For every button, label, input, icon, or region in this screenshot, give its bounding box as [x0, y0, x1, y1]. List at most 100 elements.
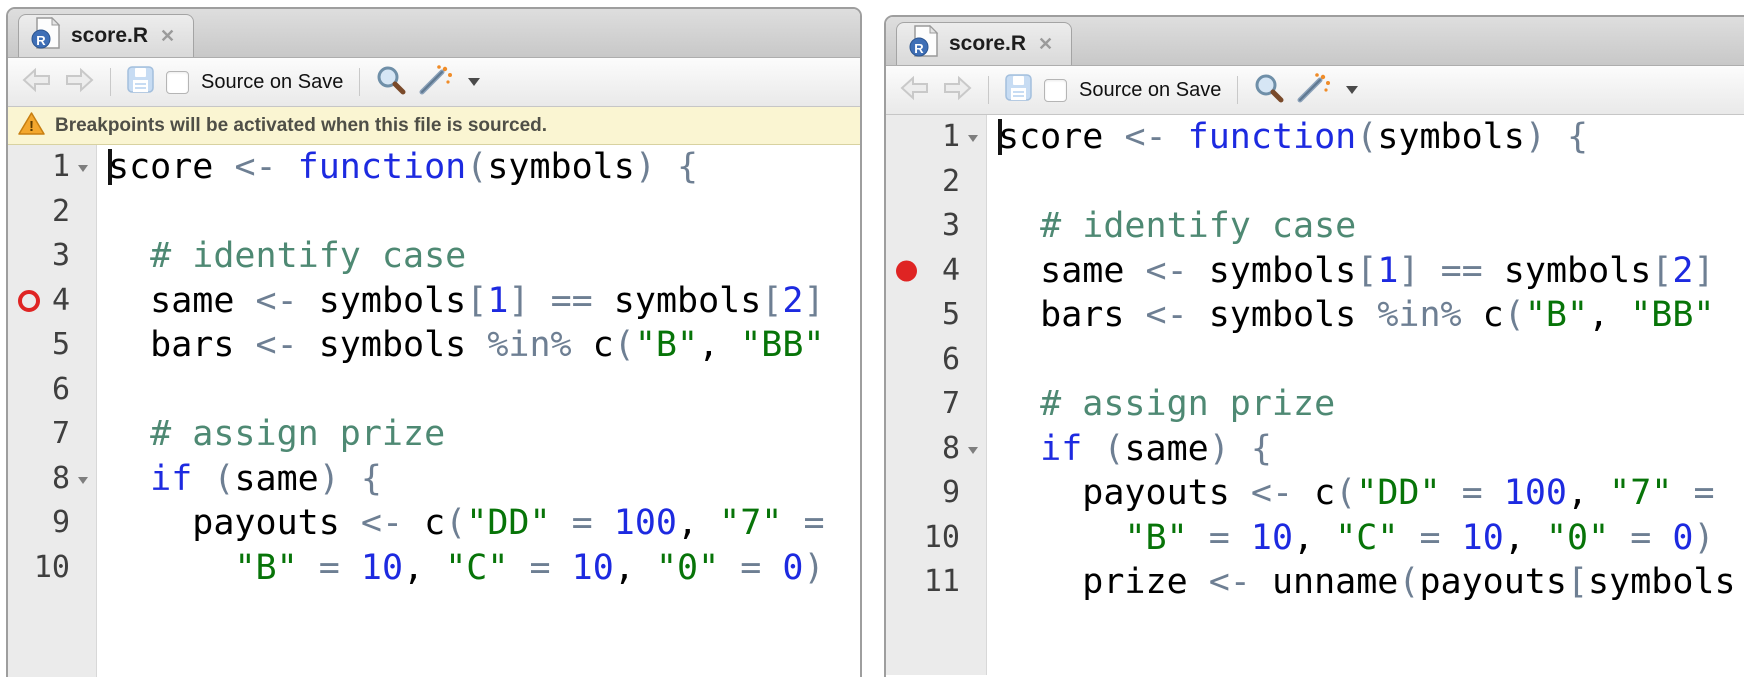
close-icon[interactable]: ✕ — [1038, 34, 1053, 55]
code-line-content[interactable] — [96, 368, 860, 413]
r-file-icon: R — [31, 16, 61, 55]
code-line-content[interactable]: payouts <- c("DD" = 100, "7" = — [986, 471, 1744, 516]
line-number: 5 — [51, 327, 70, 362]
code-line-content[interactable]: payouts <- c("DD" = 100, "7" = — [96, 501, 860, 546]
tab-score-r[interactable]: R score.R ✕ — [18, 14, 195, 57]
code-line-content[interactable]: # identify case — [96, 234, 860, 279]
gutter-cell[interactable]: 7 — [8, 412, 96, 457]
gutter-cell[interactable]: 7 — [886, 382, 986, 427]
source-on-save-checkbox[interactable] — [166, 70, 189, 94]
gutter-cell[interactable]: 6 — [8, 368, 96, 413]
save-icon[interactable] — [127, 66, 154, 98]
svg-text:R: R — [36, 33, 46, 48]
code-editor[interactable]: 1 score <- function(symbols) {2 3 # identi… — [8, 145, 860, 677]
line-number: 9 — [941, 475, 960, 510]
gutter-cell[interactable]: 4 — [886, 249, 986, 294]
chevron-down-icon[interactable] — [1346, 86, 1359, 94]
gutter-cell[interactable]: 1 — [8, 145, 96, 190]
code-line-content[interactable]: # assign prize — [96, 412, 860, 457]
breakpoint-marker[interactable] — [896, 260, 917, 282]
gutter-cell[interactable]: 3 — [8, 234, 96, 279]
gutter-cell[interactable]: 5 — [8, 323, 96, 368]
code-line: 1 score <- function(symbols) { — [8, 145, 860, 190]
back-arrow-icon[interactable] — [900, 75, 930, 106]
line-number: 4 — [941, 252, 960, 288]
left-editor-pane: R score.R ✕ Source on Save ! Breakpoints… — [6, 7, 862, 677]
r-file-icon: R — [909, 24, 939, 63]
code-line: 6 — [8, 368, 860, 413]
search-icon[interactable] — [376, 65, 406, 100]
right-editor-pane: R score.R ✕ Source on Save 1 score <- fu… — [884, 15, 1744, 677]
line-number: 8 — [51, 460, 70, 496]
fold-toggle-icon[interactable] — [78, 476, 88, 484]
code-line: 8 if (same) { — [8, 457, 860, 502]
gutter-cell[interactable]: 10 — [886, 516, 986, 561]
gutter-cell[interactable]: 5 — [886, 293, 986, 338]
code-line: 4 same <- symbols[1] == symbols[2] — [8, 279, 860, 324]
gutter-cell[interactable]: 11 — [886, 560, 986, 605]
code-line: 4 same <- symbols[1] == symbols[2] — [886, 249, 1744, 294]
gutter-cell[interactable]: 8 — [8, 457, 96, 502]
tab-score-r[interactable]: R score.R ✕ — [896, 22, 1073, 65]
svg-text:!: ! — [29, 118, 34, 135]
source-on-save-checkbox[interactable] — [1044, 78, 1067, 102]
code-line-content[interactable]: score <- function(symbols) { — [96, 145, 860, 190]
code-line-content[interactable]: # assign prize — [986, 382, 1744, 427]
chevron-down-icon[interactable] — [468, 78, 481, 86]
code-line-content[interactable]: prize <- unname(payouts[symbols — [986, 560, 1744, 605]
gutter-cell[interactable]: 4 — [8, 279, 96, 324]
gutter-cell[interactable]: 2 — [886, 160, 986, 205]
code-line-content[interactable]: # identify case — [986, 204, 1744, 249]
close-icon[interactable]: ✕ — [160, 26, 175, 47]
magic-wand-icon[interactable] — [418, 64, 454, 100]
toolbar-divider — [359, 68, 361, 96]
magic-wand-icon[interactable] — [1296, 72, 1332, 108]
code-line-content[interactable]: if (same) { — [986, 427, 1744, 472]
forward-arrow-icon[interactable] — [64, 67, 94, 98]
gutter-cell[interactable]: 10 — [8, 546, 96, 591]
code-line-content[interactable] — [96, 190, 860, 235]
code-line: 2 — [8, 190, 860, 235]
gutter-cell[interactable]: 6 — [886, 338, 986, 383]
tab-label: score.R — [71, 24, 149, 47]
fold-toggle-icon[interactable] — [968, 135, 978, 142]
line-number: 2 — [941, 163, 960, 199]
gutter-cell[interactable]: 9 — [8, 501, 96, 546]
save-icon[interactable] — [1005, 74, 1032, 106]
code-line: 3 # identify case — [8, 234, 860, 279]
code-line: 7 # assign prize — [8, 412, 860, 457]
breakpoint-marker[interactable] — [18, 289, 40, 312]
code-line: 10 "B" = 10, "C" = 10, "0" = 0) — [886, 516, 1744, 561]
gutter-cell[interactable]: 9 — [886, 471, 986, 516]
code-line: 10 "B" = 10, "C" = 10, "0" = 0) — [8, 546, 860, 591]
code-line-content[interactable]: same <- symbols[1] == symbols[2] — [986, 249, 1744, 294]
code-line-content[interactable]: "B" = 10, "C" = 10, "0" = 0) — [986, 516, 1744, 561]
code-line-content[interactable]: bars <- symbols %in% c("B", "BB" — [986, 293, 1744, 338]
screen: R score.R ✕ Source on Save ! Breakpoints… — [0, 0, 1744, 677]
code-editor[interactable]: 1 score <- function(symbols) { 2 3 # identi… — [886, 115, 1744, 675]
back-arrow-icon[interactable] — [22, 67, 52, 98]
gutter-cell[interactable]: 1 — [886, 115, 986, 160]
toolbar-divider — [110, 68, 111, 96]
line-number: 1 — [941, 119, 960, 154]
line-number: 7 — [51, 416, 70, 451]
source-on-save-label: Source on Save — [1079, 78, 1222, 101]
code-line-content[interactable] — [986, 160, 1744, 205]
code-line-content[interactable]: bars <- symbols %in% c("B", "BB" — [96, 323, 860, 368]
code-line-content[interactable]: if (same) { — [96, 457, 860, 502]
breakpoint-warning-bar: ! Breakpoints will be activated when thi… — [8, 107, 860, 145]
svg-text:R: R — [914, 41, 924, 56]
code-line-content[interactable]: score <- function(symbols) { — [986, 115, 1744, 160]
search-icon[interactable] — [1254, 73, 1284, 108]
fold-toggle-icon[interactable] — [78, 165, 88, 172]
code-line-content[interactable]: "B" = 10, "C" = 10, "0" = 0) — [96, 546, 860, 591]
code-line-content[interactable] — [986, 338, 1744, 383]
gutter-cell[interactable]: 2 — [8, 190, 96, 235]
fold-toggle-icon[interactable] — [968, 446, 978, 454]
editor-toolbar: Source on Save — [886, 66, 1744, 115]
gutter-cell[interactable]: 8 — [886, 427, 986, 472]
line-number: 3 — [51, 238, 70, 273]
gutter-cell[interactable]: 3 — [886, 204, 986, 249]
code-line-content[interactable]: same <- symbols[1] == symbols[2] — [96, 279, 860, 324]
forward-arrow-icon[interactable] — [942, 75, 972, 106]
